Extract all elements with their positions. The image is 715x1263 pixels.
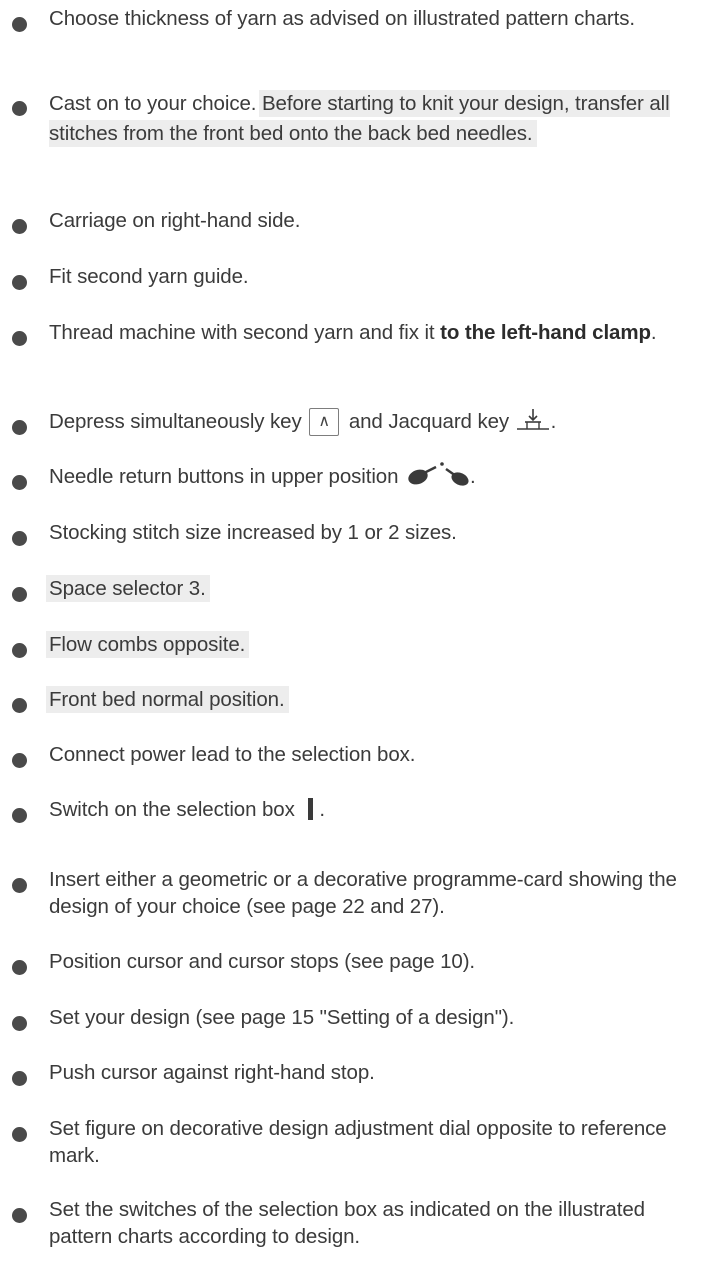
bullet-icon: [12, 753, 27, 768]
bullet-icon: [12, 878, 27, 893]
bullet-icon: [12, 531, 27, 546]
bullet-icon: [12, 219, 27, 234]
list-item-text: Position cursor and cursor stops (see pa…: [49, 950, 476, 973]
bullet-icon: [12, 808, 27, 823]
bullet-icon: [12, 960, 27, 975]
bullet-icon: [12, 475, 27, 490]
up-arrow-key-icon: ∧: [309, 407, 340, 436]
list-item-text-end: .: [650, 321, 657, 344]
bullet-icon: [12, 275, 27, 290]
list-item-text: Set your design (see page 15 "Setting of…: [49, 1006, 515, 1029]
bullet-icon: [12, 420, 27, 435]
switch-on-icon: [308, 797, 314, 820]
bullet-icon: [12, 587, 27, 602]
list-item-text: Depress simultaneously key: [49, 410, 308, 433]
list-item-text: Push cursor against right-hand stop.: [49, 1061, 375, 1084]
bullet-icon: [12, 1016, 27, 1031]
highlighted-text: Front bed normal position.: [46, 686, 289, 713]
list-item-text: Connect power lead to the selection box.: [49, 743, 416, 766]
list-item-text: Choose thickness of yarn as advised on i…: [49, 7, 635, 30]
bullet-icon: [12, 698, 27, 713]
needle-return-buttons-icon: [404, 461, 470, 489]
bullet-icon: [12, 331, 27, 346]
list-item-text: Needle return buttons in upper position: [49, 465, 404, 488]
bullet-icon: [12, 101, 27, 116]
list-item-text: Carriage on right-hand side.: [49, 209, 301, 232]
list-item-text: Insert either a geometric or a decorativ…: [49, 868, 677, 918]
list-item-text: Cast on to your choice.: [49, 92, 262, 115]
list-item-text: Switch on the selection box: [49, 798, 301, 821]
highlighted-text: Space selector 3.: [46, 575, 210, 602]
highlighted-text: Flow combs opposite.: [46, 631, 250, 658]
bullet-icon: [12, 17, 27, 32]
list-item-text-middle: and Jacquard key: [343, 410, 515, 433]
instruction-page: Choose thickness of yarn as advised on i…: [0, 0, 715, 1263]
bullet-icon: [12, 1071, 27, 1086]
bullet-icon: [12, 1208, 27, 1223]
list-item-text-end: .: [469, 465, 476, 488]
list-item-text: Set the switches of the selection box as…: [49, 1198, 645, 1248]
bold-text: to the left-hand clamp: [440, 321, 651, 344]
list-item-text: Set figure on decorative design adjustme…: [49, 1117, 667, 1167]
list-item-text: Fit second yarn guide.: [49, 265, 249, 288]
bullet-icon: [12, 643, 27, 658]
list-item-text: Thread machine with second yarn and fix …: [49, 321, 441, 344]
bullet-icon: [12, 1127, 27, 1142]
list-item-text-end: .: [550, 410, 557, 433]
list-item-text-end: .: [319, 798, 325, 821]
jacquard-key-icon: [515, 407, 551, 433]
list-item-text: Stocking stitch size increased by 1 or 2…: [49, 521, 457, 544]
